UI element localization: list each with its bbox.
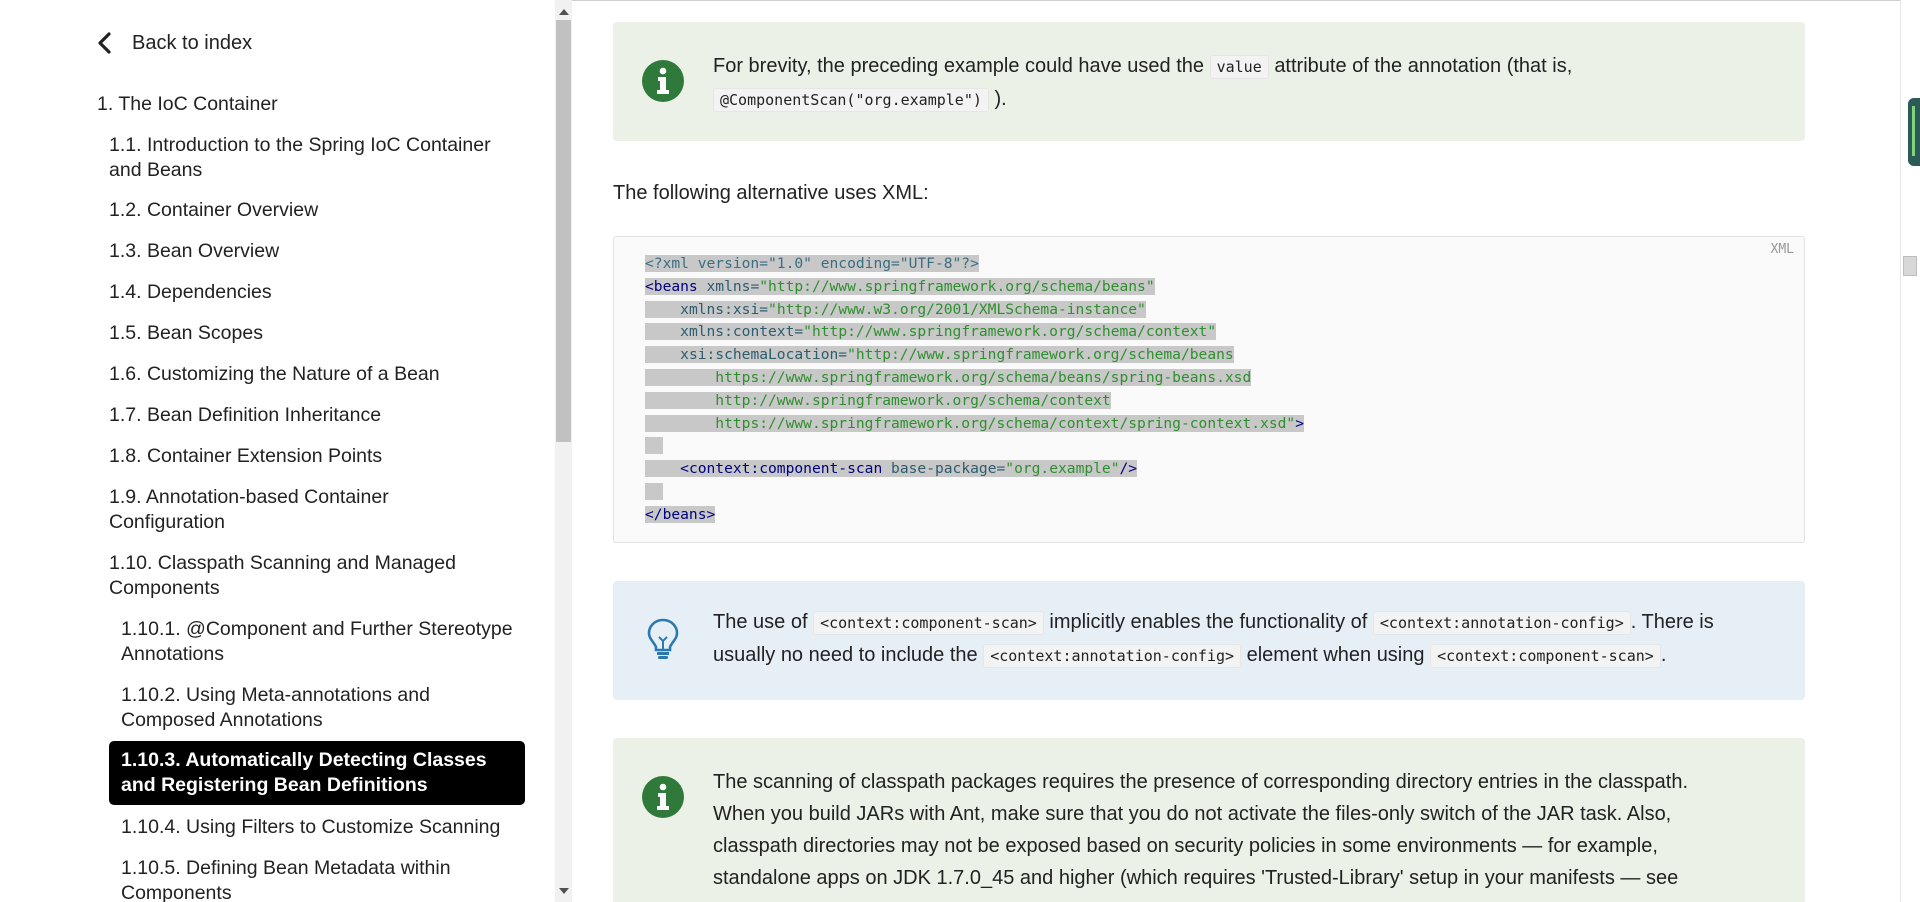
page-scrollbar-thumb[interactable] [1903,256,1917,276]
code-value: "http://www.springframework.org/schema/b… [759,277,1155,295]
note-line: When you build JARs with Ant, make sure … [713,803,1672,825]
note-admonition-classpath: The scanning of classpath packages requi… [613,738,1805,902]
note-brevity-text: For brevity, the preceding example could… [713,50,1775,116]
toc-item-1-10-5[interactable]: 1.10.5. Defining Bean Metadata within Co… [121,856,521,902]
xml-code[interactable]: <?xml version="1.0" encoding="UTF-8"?> <… [645,253,1304,527]
paragraph-alternative-xml: The following alternative uses XML: [613,182,929,204]
code-language-label: XML [1770,242,1794,257]
toc-sidebar: Back to index 1. The IoC Container 1.1. … [0,0,555,902]
toc-item-1-7[interactable]: 1.7. Bean Definition Inheritance [109,403,509,428]
toc-item-1-8[interactable]: 1.8. Container Extension Points [109,444,509,469]
tip-text-part: element when using [1246,644,1425,666]
xml-code-block: XML <?xml version="1.0" encoding="UTF-8"… [613,236,1805,543]
toc-item-1-9[interactable]: 1.9. Annotation-based Container Configur… [109,485,509,535]
code-value: http://www.springframework.org/schema/co… [715,391,1111,409]
sidebar-scroll-up-arrow[interactable] [559,9,569,15]
inline-code-annotation-config: <context:annotation-config> [1372,611,1631,635]
note-line: The scanning of classpath packages requi… [713,771,1688,793]
tip-text-part: . [1660,644,1667,666]
toc-item-1-10-4[interactable]: 1.10.4. Using Filters to Customize Scann… [121,815,521,840]
code-bracket: /> [1119,460,1138,478]
inline-code-value: value [1209,55,1269,79]
code-value: "http://www.w3.org/2001/XMLSchema-instan… [768,300,1146,318]
toc-item-1-10-2[interactable]: 1.10.2. Using Meta-annotations and Compo… [121,683,521,733]
chevron-left-icon [98,32,111,54]
code-component-scan-tag: <context:component-scan [680,460,883,478]
note-admonition-brevity: For brevity, the preceding example could… [613,22,1805,141]
tip-text-part: implicitly enables the functionality of [1049,611,1368,633]
note-text-part: ). [994,88,1007,110]
code-value: "org.example" [1005,460,1120,478]
code-xml-declaration: <?xml version="1.0" encoding="UTF-8"?> [645,255,979,272]
code-attr: xmlns= [706,277,760,295]
back-to-index-link[interactable]: Back to index [92,30,252,56]
toc-item-1-2[interactable]: 1.2. Container Overview [109,198,509,223]
lightbulb-icon [647,618,679,659]
inline-code-componentscan: @ComponentScan("org.example") [713,88,989,112]
back-to-index-label: Back to index [132,31,253,54]
toc-item-1-10-3-active[interactable]: 1.10.3. Automatically Detecting Classes … [109,741,525,805]
sidebar-scroll-down-arrow[interactable] [559,888,569,894]
tip-text-part: The use of [713,611,808,633]
info-icon [642,776,684,818]
code-value: "http://www.springframework.org/schema/c… [803,323,1217,341]
code-bracket: > [1295,414,1304,432]
page-minimap-widget[interactable] [1908,98,1920,166]
toc-item-1-1[interactable]: 1.1. Introduction to the Spring IoC Cont… [109,133,509,183]
note-text-part: For brevity, the preceding example could… [713,55,1205,77]
code-beans-open: <beans [645,277,698,295]
note-line: classpath directories may not be exposed… [713,835,1658,857]
inline-code-component-scan: <context:component-scan> [813,611,1044,635]
note-text-part: attribute of the annotation (that is, [1274,55,1573,77]
inline-code-component-scan: <context:component-scan> [1430,644,1661,668]
toc-item-1-3[interactable]: 1.3. Bean Overview [109,239,509,264]
code-attr: xmlns:xsi= [680,300,769,318]
code-attr: base-package= [891,460,1006,478]
tip-admonition-component-scan: The use of <context:component-scan> impl… [613,581,1805,700]
toc-item-1-10-1[interactable]: 1.10.1. @Component and Further Stereotyp… [121,617,521,667]
toc-item-1-5[interactable]: 1.5. Bean Scopes [109,321,509,346]
code-beans-close: </beans> [645,505,716,523]
code-attr: xsi:schemaLocation= [680,346,848,364]
toc-item-1-6[interactable]: 1.6. Customizing the Nature of a Bean [109,362,509,387]
note-line: standalone apps on JDK 1.7.0_45 and high… [713,867,1679,889]
code-attr: xmlns:context= [680,323,804,341]
toc-item-ioc-container[interactable]: 1. The IoC Container [97,92,278,117]
code-value: "http://www.springframework.org/schema/b… [847,346,1234,364]
sidebar-scrollbar-thumb[interactable] [556,20,571,442]
code-value: https://www.springframework.org/schema/b… [715,368,1252,386]
inline-code-annotation-config: <context:annotation-config> [983,644,1242,668]
toc-item-1-10[interactable]: 1.10. Classpath Scanning and Managed Com… [109,551,509,601]
info-icon [642,60,684,102]
code-value: https://www.springframework.org/schema/c… [715,414,1296,432]
tip-text: The use of <context:component-scan> impl… [713,606,1775,672]
note-classpath-text: The scanning of classpath packages requi… [713,766,1775,894]
toc-item-1-4[interactable]: 1.4. Dependencies [109,280,509,305]
main-content: For brevity, the preceding example could… [573,0,1900,902]
